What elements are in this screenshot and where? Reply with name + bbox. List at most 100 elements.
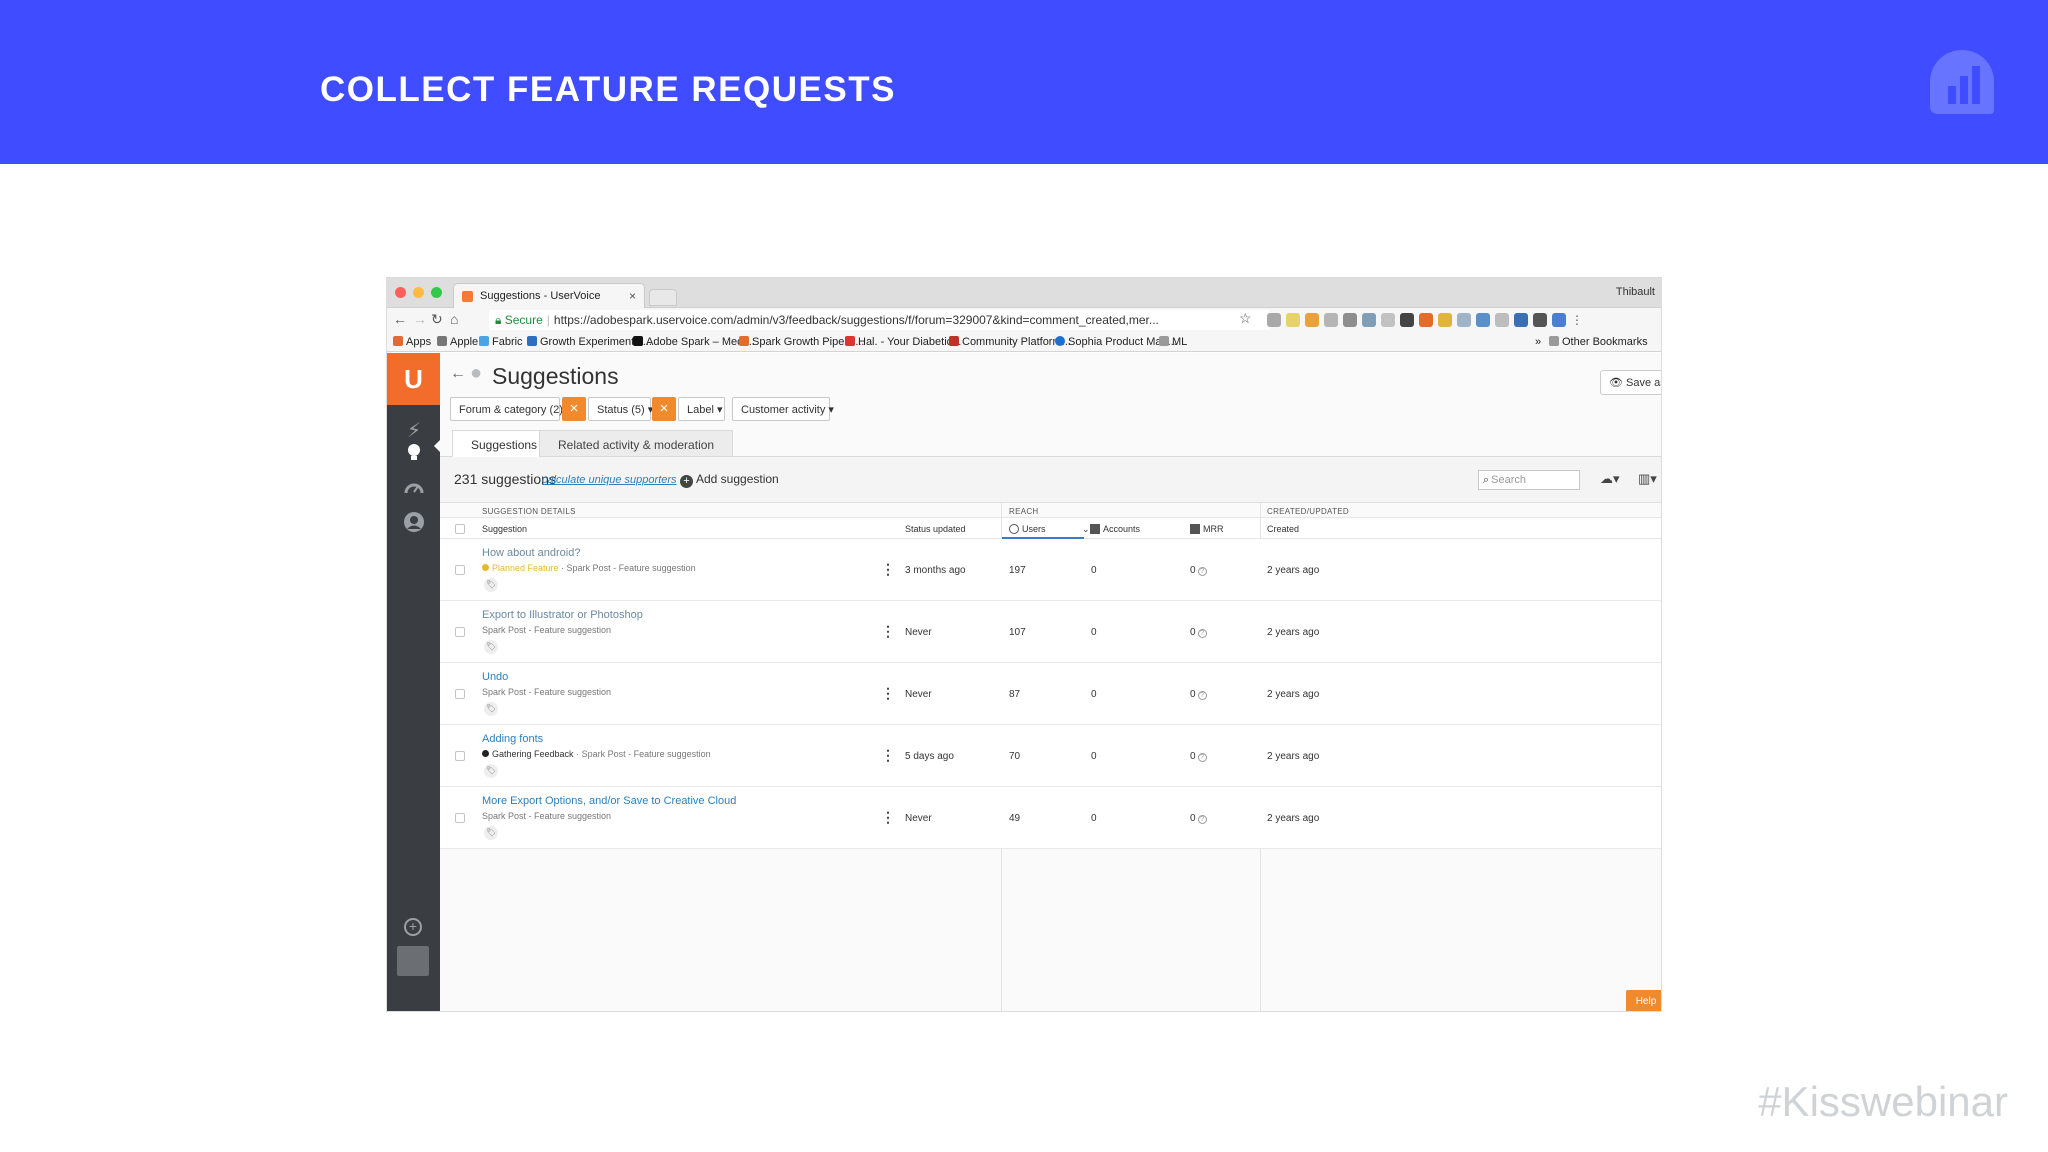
- remove-filter-icon[interactable]: ×: [562, 397, 586, 421]
- suggestion-title-link[interactable]: More Export Options, and/or Save to Crea…: [482, 795, 736, 807]
- help-button[interactable]: Help: [1626, 990, 1661, 1011]
- extension-icon[interactable]: [1514, 313, 1528, 327]
- table-row[interactable]: Undo Spark Post - Feature suggestion 🏷︎ …: [440, 663, 1661, 725]
- tag-icon[interactable]: 🏷︎: [484, 702, 498, 716]
- question-icon[interactable]: ?: [1197, 567, 1207, 576]
- back-arrow-icon[interactable]: ←: [450, 365, 466, 383]
- extension-icon[interactable]: [1305, 313, 1319, 327]
- bookmark-item[interactable]: Adobe Spark – Medi...: [633, 336, 755, 348]
- row-menu-icon[interactable]: ⋮: [881, 685, 895, 702]
- browser-menu-icon[interactable]: ⋮: [1571, 313, 1585, 327]
- add-icon[interactable]: +: [404, 918, 422, 936]
- suggestion-title-link[interactable]: How about android?: [482, 547, 580, 559]
- tag-icon[interactable]: 🏷︎: [484, 640, 498, 654]
- lightbulb-icon[interactable]: [403, 441, 425, 463]
- extension-icon[interactable]: [1533, 313, 1547, 327]
- tag-icon[interactable]: 🏷︎: [484, 826, 498, 840]
- extension-icon[interactable]: [1438, 313, 1452, 327]
- select-all-checkbox[interactable]: [455, 524, 465, 534]
- cloud-export-icon[interactable]: ☁︎▾: [1600, 471, 1620, 487]
- col-status-updated[interactable]: Status updated: [905, 524, 966, 534]
- col-mrr[interactable]: MRR: [1190, 524, 1224, 534]
- question-icon[interactable]: ?: [1197, 753, 1207, 762]
- uservoice-favicon-icon: [462, 291, 473, 302]
- table-row[interactable]: Adding fonts Gathering Feedback · Spark …: [440, 725, 1661, 787]
- col-users[interactable]: Users ⌄: [1009, 524, 1090, 535]
- extension-icon[interactable]: [1343, 313, 1357, 327]
- row-checkbox[interactable]: [455, 565, 465, 575]
- extension-icon[interactable]: [1400, 313, 1414, 327]
- hashtag-label: #Kisswebinar: [1758, 1078, 2008, 1125]
- suggestion-title-link[interactable]: Adding fonts: [482, 733, 543, 745]
- close-window-button[interactable]: [395, 287, 406, 298]
- question-icon[interactable]: ?: [1197, 629, 1207, 638]
- question-icon[interactable]: ?: [1197, 815, 1207, 824]
- filter-customer-activity[interactable]: Customer activity ▾: [732, 397, 834, 421]
- col-created[interactable]: Created: [1267, 524, 1299, 534]
- tag-icon[interactable]: 🏷︎: [484, 764, 498, 778]
- extension-icon[interactable]: [1286, 313, 1300, 327]
- bookmark-item[interactable]: Apple: [437, 336, 478, 348]
- row-checkbox[interactable]: [455, 813, 465, 823]
- add-suggestion-button[interactable]: + Add suggestion: [680, 472, 779, 488]
- filter-forum-category[interactable]: Forum & category (2) ▾: [450, 397, 572, 421]
- maximize-window-button[interactable]: [431, 287, 442, 298]
- avatar[interactable]: [397, 946, 429, 976]
- extension-icon[interactable]: [1476, 313, 1490, 327]
- row-menu-icon[interactable]: ⋮: [881, 623, 895, 640]
- bookmark-star-icon[interactable]: ☆: [1239, 310, 1252, 327]
- reload-icon[interactable]: ↻: [431, 311, 443, 328]
- question-icon[interactable]: ?: [1197, 691, 1207, 700]
- row-checkbox[interactable]: [455, 627, 465, 637]
- col-accounts[interactable]: Accounts: [1090, 524, 1140, 534]
- remove-filter-icon[interactable]: ×: [652, 397, 676, 421]
- gauge-icon[interactable]: [403, 477, 425, 499]
- row-checkbox[interactable]: [455, 689, 465, 699]
- home-icon[interactable]: ⌂: [450, 311, 458, 327]
- tab-close-icon[interactable]: ×: [629, 289, 636, 303]
- minimize-window-button[interactable]: [413, 287, 424, 298]
- save-as-button[interactable]: 👁︎ Save as...: [1600, 370, 1661, 395]
- row-checkbox[interactable]: [455, 751, 465, 761]
- forward-arrow-icon[interactable]: →: [413, 311, 427, 327]
- extension-icon[interactable]: [1552, 313, 1566, 327]
- extension-icon[interactable]: [1267, 313, 1281, 327]
- filter-status[interactable]: Status (5) ▾: [588, 397, 653, 421]
- row-menu-icon[interactable]: ⋮: [881, 561, 895, 578]
- extension-icon[interactable]: [1324, 313, 1338, 327]
- other-bookmarks[interactable]: Other Bookmarks: [1549, 336, 1648, 348]
- bookmark-item[interactable]: Hal. - Your Diabetic...: [845, 336, 961, 348]
- table-row[interactable]: More Export Options, and/or Save to Crea…: [440, 787, 1661, 849]
- suggestion-title-link[interactable]: Export to Illustrator or Photoshop: [482, 609, 643, 621]
- row-menu-icon[interactable]: ⋮: [881, 809, 895, 826]
- bookmarks-overflow-icon[interactable]: »: [1535, 336, 1541, 348]
- uservoice-logo[interactable]: U: [387, 353, 440, 405]
- row-menu-icon[interactable]: ⋮: [881, 747, 895, 764]
- extension-icon[interactable]: [1419, 313, 1433, 327]
- extension-icon[interactable]: [1381, 313, 1395, 327]
- browser-tab[interactable]: Suggestions - UserVoice ×: [453, 283, 645, 308]
- bookmark-item[interactable]: Community Platform...: [949, 336, 1071, 348]
- search-input[interactable]: ⌕ Search: [1478, 470, 1580, 490]
- extension-icon[interactable]: [1457, 313, 1471, 327]
- table-row[interactable]: How about android? Planned Feature · Spa…: [440, 539, 1661, 601]
- bookmark-item[interactable]: Fabric: [479, 336, 523, 348]
- user-icon[interactable]: [403, 511, 425, 533]
- tag-icon[interactable]: 🏷︎: [484, 578, 498, 592]
- suggestion-title-link[interactable]: Undo: [482, 671, 508, 683]
- address-bar[interactable]: 🔒︎ Secure | https://adobespark.uservoice.c…: [489, 310, 1269, 330]
- profile-name[interactable]: Thibault: [1616, 286, 1655, 298]
- lightning-icon[interactable]: ⚡︎: [403, 420, 425, 442]
- bookmark-item[interactable]: ML: [1159, 336, 1187, 348]
- extension-icon[interactable]: [1495, 313, 1509, 327]
- new-tab-button[interactable]: [649, 289, 677, 306]
- bookmark-item[interactable]: Apps: [393, 336, 431, 348]
- filter-label-dropdown[interactable]: Label ▾: [678, 397, 725, 421]
- calculate-supporters-link[interactable]: calculate unique supporters: [542, 474, 677, 486]
- extension-icon[interactable]: [1362, 313, 1376, 327]
- table-row[interactable]: Export to Illustrator or Photoshop Spark…: [440, 601, 1661, 663]
- back-arrow-icon[interactable]: ←: [393, 311, 407, 327]
- tab-related-activity[interactable]: Related activity & moderation: [539, 430, 734, 457]
- columns-icon[interactable]: ▥▾: [1638, 471, 1657, 487]
- col-suggestion[interactable]: Suggestion: [482, 524, 527, 534]
